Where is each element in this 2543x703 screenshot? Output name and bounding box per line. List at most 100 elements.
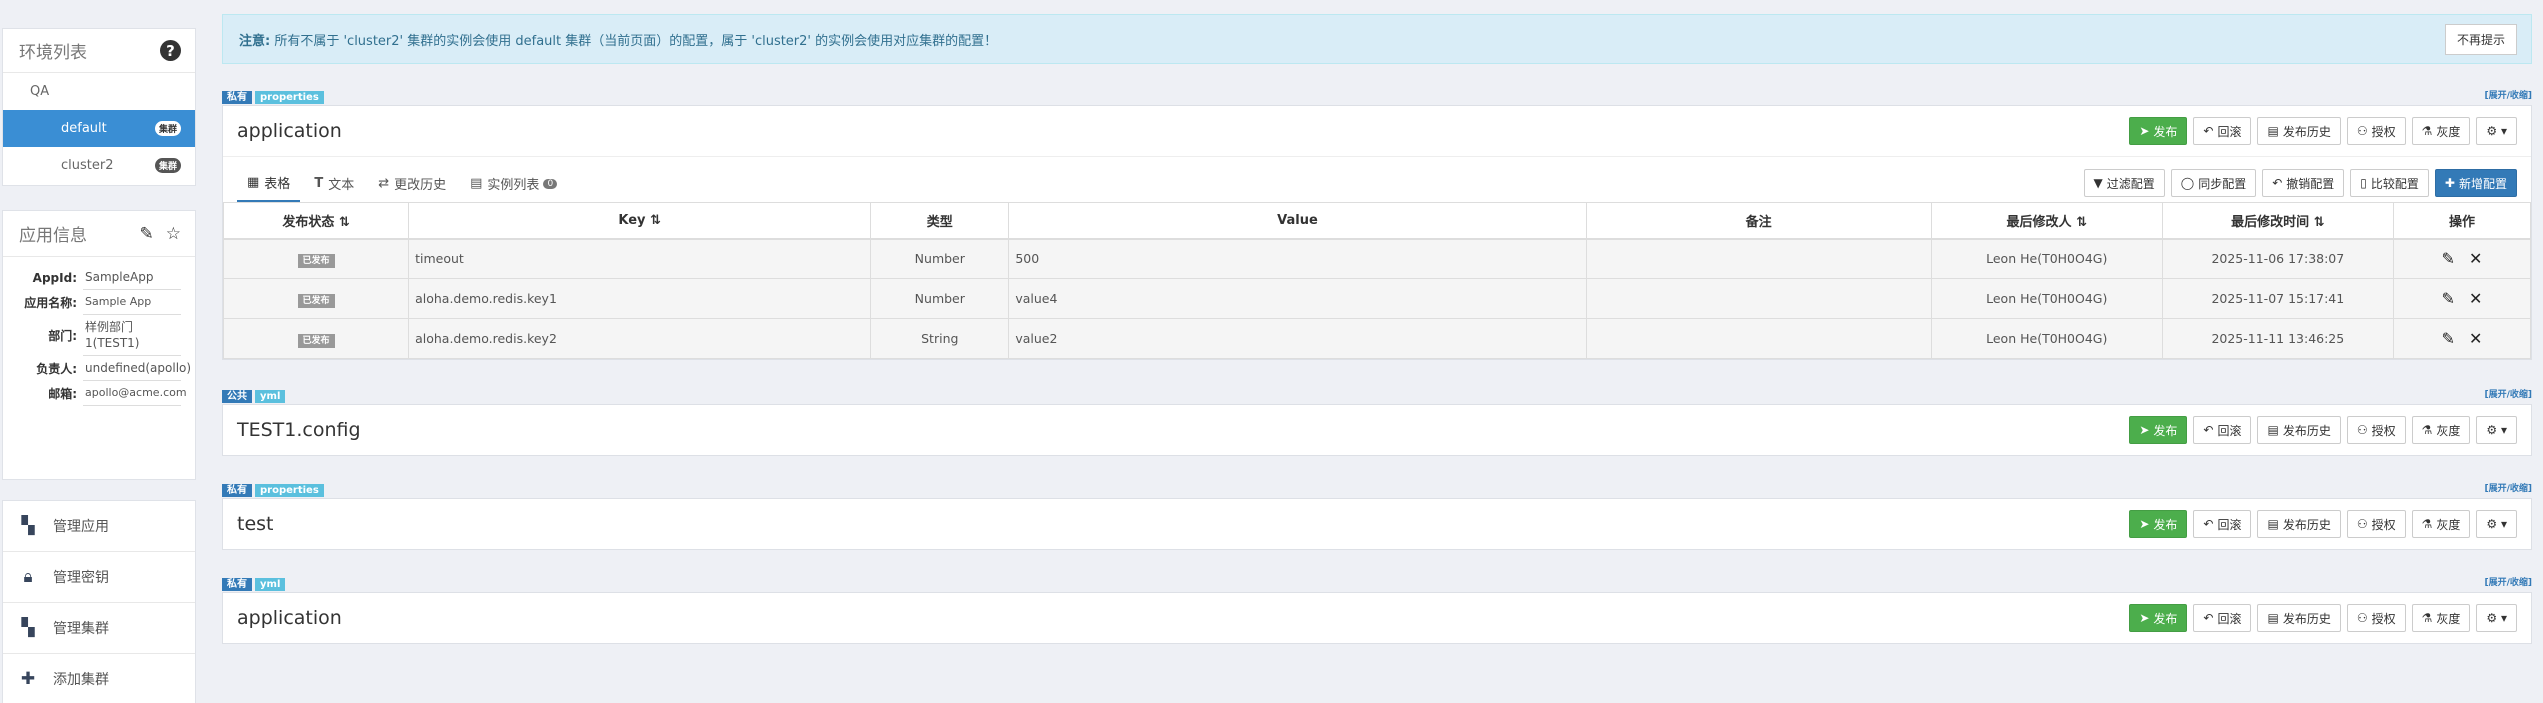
help-icon[interactable]: ? bbox=[160, 40, 181, 61]
menu-manage-app[interactable]: ▚ 管理应用 bbox=[3, 501, 195, 552]
cell-time: 2025-11-07 15:17:41 bbox=[2161, 278, 2394, 319]
info-value: apollo@acme.com bbox=[83, 381, 187, 406]
delete-icon[interactable]: ✕ bbox=[2469, 329, 2482, 348]
edit-icon[interactable]: ✎ bbox=[2442, 289, 2455, 308]
star-icon[interactable]: ☆ bbox=[166, 224, 181, 244]
delete-icon[interactable]: ✕ bbox=[2469, 249, 2482, 268]
col-header-type: 类型 bbox=[870, 202, 1010, 240]
gray-button[interactable]: ⚗ 灰度 bbox=[2411, 416, 2471, 444]
instance-count-badge: 0 bbox=[543, 178, 558, 189]
btn-label: 回滚 bbox=[2217, 611, 2242, 626]
user-icon: ⚇ bbox=[2356, 611, 2368, 625]
col-header-time[interactable]: 最后修改时间 ⇅ bbox=[2161, 202, 2394, 240]
tab-text[interactable]: T 文本 bbox=[304, 173, 364, 202]
release-history-button[interactable]: ▤ 发布历史 bbox=[2257, 416, 2341, 444]
edit-icon[interactable]: ✎ bbox=[2442, 249, 2455, 268]
app-info-card: 应用信息 ✎ ☆ AppId: SampleApp 应用名称: Sample App… bbox=[2, 210, 196, 480]
alert-prefix: 注意: bbox=[239, 33, 271, 49]
btn-label: 发布 bbox=[2153, 423, 2178, 438]
col-header-key[interactable]: Key ⇅ bbox=[408, 202, 872, 240]
rollback-button[interactable]: ↶ 回滚 bbox=[2193, 416, 2252, 444]
rollback-button[interactable]: ↶ 回滚 bbox=[2193, 604, 2252, 632]
rollback-icon: ↶ bbox=[2203, 517, 2214, 531]
menu-manage-secret[interactable]: 🔒︎ 管理密钥 bbox=[3, 552, 195, 603]
publish-button[interactable]: ➤ 发布 bbox=[2129, 416, 2188, 444]
main-content: 注意: 所有不属于 'cluster2' 集群的实例会使用 default 集群… bbox=[222, 14, 2532, 644]
delete-icon[interactable]: ✕ bbox=[2469, 289, 2482, 308]
format-tag: properties bbox=[255, 90, 324, 104]
publish-button[interactable]: ➤ 发布 bbox=[2129, 117, 2188, 145]
grant-button[interactable]: ⚇ 授权 bbox=[2346, 416, 2406, 444]
release-history-button[interactable]: ▤ 发布历史 bbox=[2257, 510, 2341, 538]
cluster-item-cluster2[interactable]: cluster2 集群 bbox=[3, 147, 195, 184]
settings-dropdown[interactable]: ⚙ ▾ bbox=[2476, 416, 2517, 444]
menu-label: 管理密钥 bbox=[53, 570, 109, 586]
scope-tag: 私有 bbox=[222, 483, 252, 497]
cluster-item-default[interactable]: default 集群 bbox=[3, 110, 195, 147]
undo-icon: ↶ bbox=[2272, 176, 2283, 190]
rollback-icon: ↶ bbox=[2203, 611, 2214, 625]
info-row-appid: AppId: SampleApp bbox=[3, 265, 195, 290]
grant-button[interactable]: ⚇ 授权 bbox=[2346, 604, 2406, 632]
revoke-config-button[interactable]: ↶ 撤销配置 bbox=[2262, 169, 2345, 197]
rollback-button[interactable]: ↶ 回滚 bbox=[2193, 510, 2252, 538]
tab-label: 实例列表 bbox=[487, 178, 540, 193]
sort-icon: ⇅ bbox=[2076, 214, 2087, 230]
namespace-panel: 私有 properties [展开/收缩] test ➤ 发布 ↶ 回滚 ▤ 发布历史 … bbox=[222, 478, 2532, 550]
publish-button[interactable]: ➤ 发布 bbox=[2129, 604, 2188, 632]
history-icon: ▤ bbox=[2267, 423, 2279, 437]
cell-comment bbox=[1585, 318, 1932, 359]
fold-toggle[interactable]: [展开/收缩] bbox=[2484, 88, 2532, 101]
settings-dropdown[interactable]: ⚙ ▾ bbox=[2476, 117, 2517, 145]
gray-button[interactable]: ⚗ 灰度 bbox=[2411, 604, 2471, 632]
release-history-button[interactable]: ▤ 发布历史 bbox=[2257, 117, 2341, 145]
rollback-button[interactable]: ↶ 回滚 bbox=[2193, 117, 2252, 145]
btn-label: 灰度 bbox=[2436, 423, 2461, 438]
filter-config-button[interactable]: ▼ 过滤配置 bbox=[2083, 169, 2165, 197]
cell-modifier: Leon He(T0H0O4G) bbox=[1930, 318, 2163, 359]
settings-dropdown[interactable]: ⚙ ▾ bbox=[2476, 510, 2517, 538]
sync-config-button[interactable]: ◯ 同步配置 bbox=[2170, 169, 2257, 197]
fold-toggle[interactable]: [展开/收缩] bbox=[2484, 575, 2532, 588]
col-header-modifier[interactable]: 最后修改人 ⇅ bbox=[1930, 202, 2163, 240]
fold-toggle[interactable]: [展开/收缩] bbox=[2484, 387, 2532, 400]
grant-button[interactable]: ⚇ 授权 bbox=[2346, 510, 2406, 538]
menu-manage-cluster[interactable]: ▚ 管理集群 bbox=[3, 603, 195, 654]
tab-instances[interactable]: ▤ 实例列表 0 bbox=[460, 173, 567, 202]
cluster-label: default bbox=[61, 121, 107, 136]
gray-button[interactable]: ⚗ 灰度 bbox=[2411, 510, 2471, 538]
env-item-qa[interactable]: QA bbox=[3, 73, 195, 110]
publish-button[interactable]: ➤ 发布 bbox=[2129, 510, 2188, 538]
namespace-name: application bbox=[237, 120, 342, 142]
alert-message: 所有不属于 'cluster2' 集群的实例会使用 default 集群（当前页… bbox=[270, 33, 998, 49]
namespace-name: TEST1.config bbox=[237, 419, 361, 441]
info-key: 邮箱: bbox=[48, 386, 77, 401]
tab-history[interactable]: ⇄ 更改历史 bbox=[368, 173, 456, 202]
compare-config-button[interactable]: ▯ 比较配置 bbox=[2350, 169, 2429, 197]
tab-table[interactable]: ▦ 表格 bbox=[237, 173, 301, 202]
user-icon: ⚇ bbox=[2356, 517, 2368, 531]
btn-label: 同步配置 bbox=[2198, 176, 2247, 191]
cell-value: value4 bbox=[1008, 278, 1587, 319]
btn-label: 回滚 bbox=[2217, 423, 2242, 438]
send-icon: ➤ bbox=[2139, 124, 2150, 138]
btn-label: 过滤配置 bbox=[2106, 176, 2155, 191]
btn-label: 回滚 bbox=[2217, 124, 2242, 139]
cluster-alert: 注意: 所有不属于 'cluster2' 集群的实例会使用 default 集群… bbox=[222, 14, 2532, 64]
fold-toggle[interactable]: [展开/收缩] bbox=[2484, 481, 2532, 494]
release-history-button[interactable]: ▤ 发布历史 bbox=[2257, 604, 2341, 632]
menu-add-cluster[interactable]: ✚ 添加集群 bbox=[3, 654, 195, 703]
grant-button[interactable]: ⚇ 授权 bbox=[2346, 117, 2406, 145]
lock-icon: 🔒︎ bbox=[23, 567, 33, 587]
namespace-panel: 公共 yml [展开/收缩] TEST1.config ➤ 发布 ↶ 回滚 ▤ 发布历史… bbox=[222, 384, 2532, 456]
dismiss-button[interactable]: 不再提示 bbox=[2444, 23, 2517, 55]
add-config-button[interactable]: ✚ 新增配置 bbox=[2434, 169, 2517, 197]
edit-icon[interactable]: ✎ bbox=[2442, 329, 2455, 348]
tab-label: 更改历史 bbox=[394, 178, 447, 193]
rollback-icon: ↶ bbox=[2203, 124, 2214, 138]
gray-button[interactable]: ⚗ 灰度 bbox=[2411, 117, 2471, 145]
col-header-status[interactable]: 发布状态 ⇅ bbox=[222, 202, 410, 240]
table-row: 已发布 aloha.demo.redis.key2 String value2 … bbox=[222, 318, 2532, 359]
settings-dropdown[interactable]: ⚙ ▾ bbox=[2476, 604, 2517, 632]
edit-icon[interactable]: ✎ bbox=[140, 224, 154, 244]
